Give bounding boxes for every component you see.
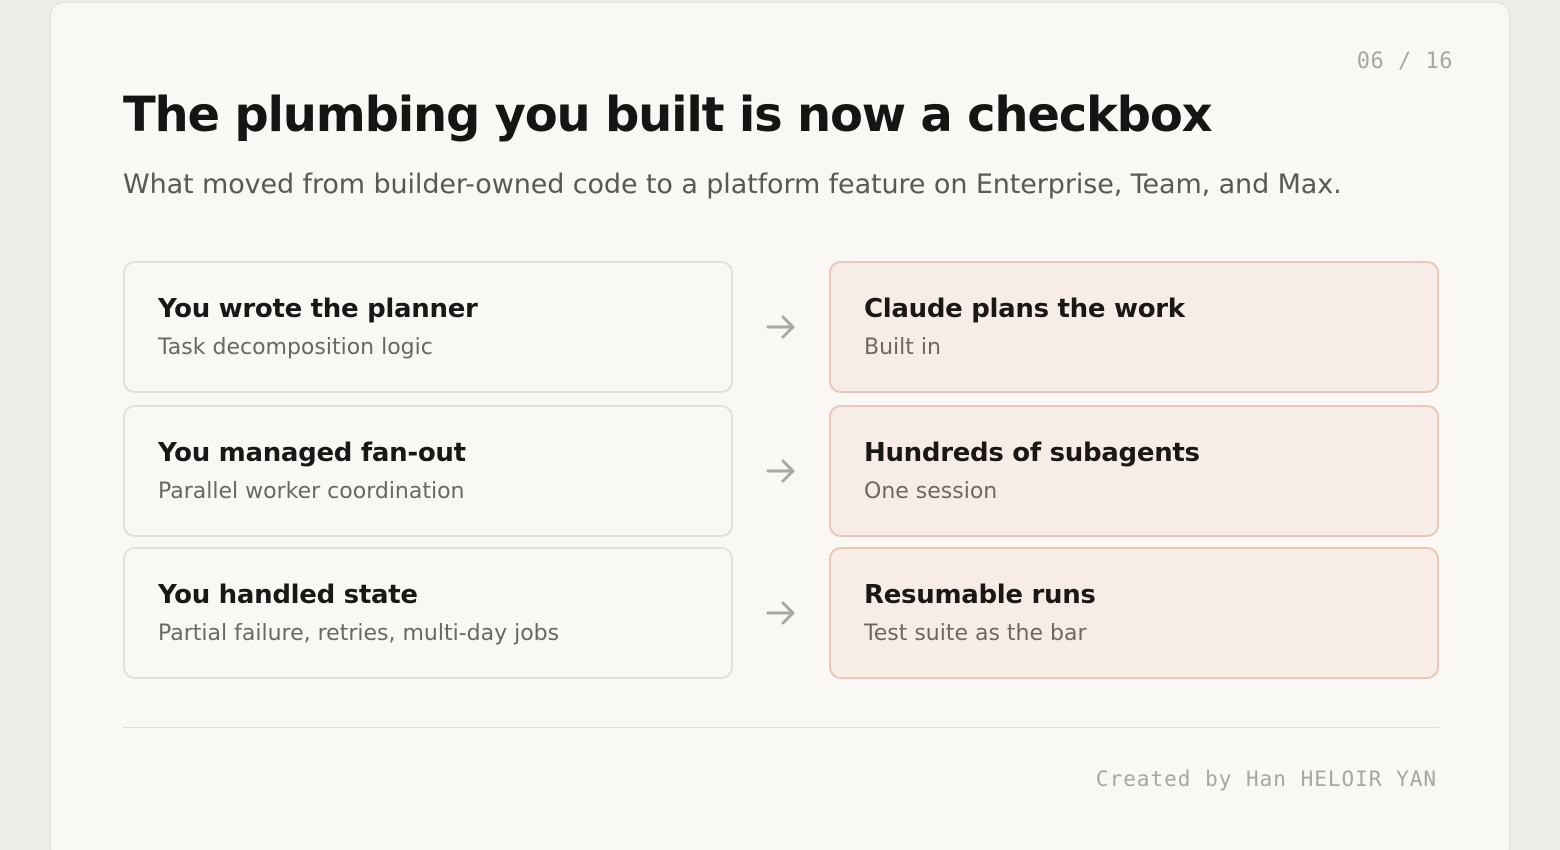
after-card: Resumable runs Test suite as the bar	[829, 547, 1439, 679]
comparison-row: You handled state Partial failure, retri…	[123, 547, 1439, 679]
before-card-title: You wrote the planner	[158, 294, 478, 324]
after-card-subtitle: One session	[864, 479, 998, 504]
slide-subtitle: What moved from builder-owned code to a …	[123, 169, 1342, 200]
footer-divider	[123, 727, 1439, 728]
after-card: Claude plans the work Built in	[829, 261, 1439, 393]
before-card-title: You managed fan-out	[158, 438, 466, 468]
comparison-row: You wrote the planner Task decomposition…	[123, 261, 1439, 393]
before-card-subtitle: Partial failure, retries, multi-day jobs	[158, 621, 560, 646]
arrow-right-icon	[766, 315, 795, 339]
slide-title: The plumbing you built is now a checkbox	[123, 87, 1213, 143]
footer-credit: Created by Han HELOIR YAN	[1095, 767, 1437, 791]
arrow-right-icon	[766, 601, 795, 625]
after-card-title: Resumable runs	[864, 580, 1096, 610]
before-card: You handled state Partial failure, retri…	[123, 547, 733, 679]
after-card-subtitle: Built in	[864, 335, 941, 360]
before-card-subtitle: Parallel worker coordination	[158, 479, 465, 504]
page-counter: 06 / 16	[1356, 49, 1453, 74]
after-card-title: Claude plans the work	[864, 294, 1185, 324]
before-card-title: You handled state	[158, 580, 418, 610]
arrow-right-icon	[766, 459, 795, 483]
comparison-row: You managed fan-out Parallel worker coor…	[123, 405, 1439, 537]
after-card: Hundreds of subagents One session	[829, 405, 1439, 537]
after-card-subtitle: Test suite as the bar	[864, 621, 1087, 646]
slide: 06 / 16 The plumbing you built is now a …	[50, 2, 1510, 850]
before-card: You managed fan-out Parallel worker coor…	[123, 405, 733, 537]
before-card-subtitle: Task decomposition logic	[158, 335, 433, 360]
before-card: You wrote the planner Task decomposition…	[123, 261, 733, 393]
after-card-title: Hundreds of subagents	[864, 438, 1200, 468]
